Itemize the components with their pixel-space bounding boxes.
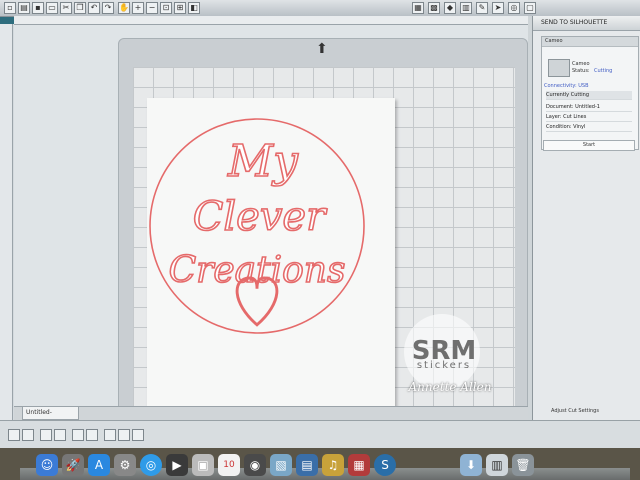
design-line-1[interactable]: My bbox=[226, 135, 300, 188]
connectivity-value[interactable]: Currently Cutting bbox=[546, 91, 632, 100]
library-icon[interactable]: ▥ bbox=[460, 2, 472, 14]
grid-icon[interactable]: ▩ bbox=[428, 2, 440, 14]
facetime-icon[interactable]: ▶ bbox=[166, 454, 188, 476]
device-header: Cameo bbox=[542, 37, 638, 47]
store-icon[interactable]: ◆ bbox=[444, 2, 456, 14]
offset-icon[interactable] bbox=[132, 429, 144, 441]
trash-icon[interactable]: 🗑 bbox=[512, 454, 534, 476]
cutter-machine-icon bbox=[548, 59, 570, 77]
panel-title: SEND TO SILHOUETTE bbox=[533, 16, 640, 31]
document-tab[interactable]: Untitled-1.studio3 bbox=[22, 407, 79, 428]
left-ruler bbox=[0, 24, 13, 420]
ungroup-icon[interactable] bbox=[22, 429, 34, 441]
print-icon[interactable]: ▭ bbox=[46, 2, 58, 14]
send-panel: SEND TO SILHOUETTE Cameo Cameo Status: C… bbox=[532, 16, 640, 420]
send-back-icon[interactable] bbox=[86, 429, 98, 441]
fill-icon[interactable]: ◧ bbox=[188, 2, 200, 14]
top-ruler bbox=[14, 16, 530, 25]
open-icon[interactable]: ▤ bbox=[18, 2, 30, 14]
device-box: Cameo Cameo Status: Cutting Connectivity… bbox=[541, 36, 639, 150]
cut-settings-icon[interactable]: ✎ bbox=[476, 2, 488, 14]
load-mat-arrow-icon[interactable]: ⬆ bbox=[316, 41, 328, 57]
status-label: Status: bbox=[572, 68, 590, 74]
align-icon[interactable] bbox=[104, 429, 116, 441]
bring-front-icon[interactable] bbox=[72, 429, 84, 441]
new-icon[interactable]: ▫ bbox=[4, 2, 16, 14]
copy-icon[interactable]: ❐ bbox=[74, 2, 86, 14]
status-value: Cutting bbox=[594, 68, 613, 74]
paper-sheet: My Clever Creations bbox=[147, 98, 395, 424]
system-preferences-icon[interactable]: ⚙ bbox=[114, 454, 136, 476]
top-toolbar: ▫ ▤ ▪ ▭ ✂ ❐ ↶ ↷ ✋ + − ⊡ ⊞ ◧ ▦ ▩ ◆ ▥ ✎ ➤ … bbox=[0, 0, 640, 17]
layer-line: Layer: Cut Lines bbox=[546, 113, 632, 122]
document-tabbar: Untitled-1.studio3 bbox=[14, 406, 530, 428]
send-icon[interactable]: ➤ bbox=[492, 2, 504, 14]
zoom-page-icon[interactable]: ⊞ bbox=[174, 2, 186, 14]
iphoto-icon[interactable]: ▧ bbox=[270, 454, 292, 476]
contacts-icon[interactable]: ▣ bbox=[192, 454, 214, 476]
pan-icon[interactable]: ✋ bbox=[118, 2, 130, 14]
design-line-2[interactable]: Clever bbox=[192, 193, 329, 241]
monitor-screen: ▫ ▤ ▪ ▭ ✂ ❐ ↶ ↷ ✋ + − ⊡ ⊞ ◧ ▦ ▩ ◆ ▥ ✎ ➤ … bbox=[0, 0, 640, 448]
zoom-in-icon[interactable]: + bbox=[132, 2, 144, 14]
photo-booth-icon[interactable]: ◉ bbox=[244, 454, 266, 476]
downloads-icon[interactable]: ⬇ bbox=[460, 454, 482, 476]
document-line: Document: Untitled-1 bbox=[546, 103, 632, 112]
weld-icon[interactable] bbox=[118, 429, 130, 441]
delete-icon[interactable] bbox=[54, 429, 66, 441]
dock: ☺ 🚀 A ⚙ ◎ ▶ ▣ 10 ◉ ▧ ▤ ♫ ▦ S ⬇ ▥ 🗑 bbox=[20, 452, 630, 480]
trace-icon[interactable]: ◎ bbox=[508, 2, 520, 14]
launchpad-icon[interactable]: 🚀 bbox=[62, 454, 84, 476]
redo-icon[interactable]: ↷ bbox=[102, 2, 114, 14]
design-artwork[interactable]: My Clever Creations bbox=[147, 98, 395, 424]
bottom-toolbar bbox=[0, 420, 640, 448]
panel-toggle-icon[interactable]: ▦ bbox=[412, 2, 424, 14]
duplicate-icon[interactable] bbox=[40, 429, 52, 441]
save-icon[interactable]: ▪ bbox=[32, 2, 44, 14]
start-button[interactable]: Start bbox=[543, 140, 635, 151]
watermark-sub: stickers bbox=[416, 360, 472, 371]
itunes-icon[interactable]: ♫ bbox=[322, 454, 344, 476]
safari-icon[interactable]: ◎ bbox=[140, 454, 162, 476]
photo-browser-icon[interactable]: ▦ bbox=[348, 454, 370, 476]
zoom-fit-icon[interactable]: ⊡ bbox=[160, 2, 172, 14]
page-setup-icon[interactable]: ▢ bbox=[524, 2, 536, 14]
condition-line: Condition: Vinyl bbox=[546, 123, 632, 132]
adjust-cut-settings-link[interactable]: Adjust Cut Settings bbox=[551, 408, 599, 414]
undo-icon[interactable]: ↶ bbox=[88, 2, 100, 14]
documents-icon[interactable]: ▥ bbox=[486, 454, 508, 476]
watermark-signature: Annette Allen bbox=[408, 380, 492, 394]
calendar-icon[interactable]: 10 bbox=[218, 454, 240, 476]
folder-icon[interactable]: ▤ bbox=[296, 454, 318, 476]
finder-icon[interactable]: ☺ bbox=[36, 454, 58, 476]
group-icon[interactable] bbox=[8, 429, 20, 441]
connectivity-label: Connectivity: USB bbox=[544, 83, 589, 89]
watermark-logo: SRM stickers Annette Allen bbox=[380, 312, 508, 408]
app-store-icon[interactable]: A bbox=[88, 454, 110, 476]
device-name: Cameo bbox=[572, 61, 590, 67]
cut-icon[interactable]: ✂ bbox=[60, 2, 72, 14]
silhouette-icon[interactable]: S bbox=[374, 454, 396, 476]
zoom-out-icon[interactable]: − bbox=[146, 2, 158, 14]
